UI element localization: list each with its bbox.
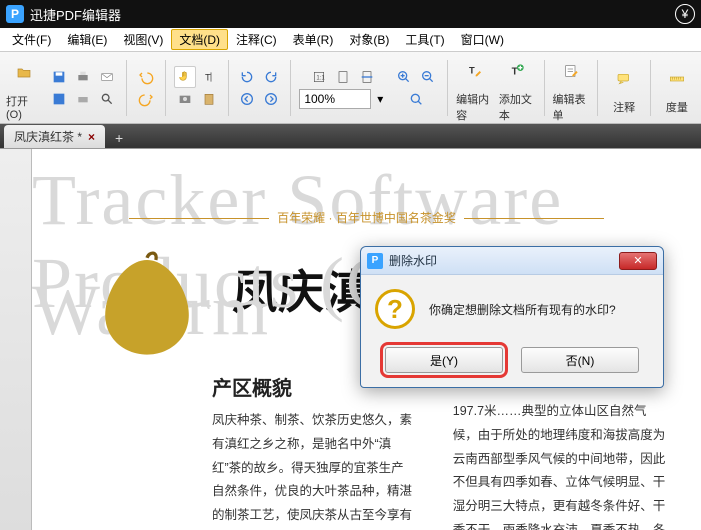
dialog-close-button[interactable]: ✕ [619,252,657,270]
titlebar: P 迅捷PDF编辑器 ¥ [0,0,701,28]
app-title: 迅捷PDF编辑器 [30,5,675,24]
add-text-icon[interactable]: T [499,53,535,89]
add-tab-icon[interactable]: + [109,128,129,148]
toolbar-group-edit-form: 编辑表单 [551,52,592,123]
currency-icon[interactable]: ¥ [675,4,695,24]
toolbar: 打开(O) T [0,52,701,124]
app-logo-icon: P [6,5,24,23]
menu-edit[interactable]: 编辑(E) [59,29,115,50]
svg-text:T: T [205,72,211,82]
redo-icon[interactable] [135,88,157,110]
ruler-icon[interactable] [659,61,695,97]
marquee-zoom-icon[interactable] [405,88,427,110]
no-button[interactable]: 否(N) [521,347,639,373]
open-label: 打开(O) [6,93,42,121]
save-icon[interactable] [48,66,70,88]
add-text-label: 添加文本 [499,91,536,123]
menu-view[interactable]: 视图(V) [115,29,171,50]
dialog-title: 删除水印 [389,252,619,269]
zoom-in-icon[interactable] [393,66,415,88]
print-icon[interactable] [72,66,94,88]
side-panel-strip[interactable] [0,149,32,530]
open-button-icon[interactable] [6,55,42,91]
svg-text:T: T [469,65,475,75]
right-paragraph: 197.7米……典型的立体山区自然气候，由于所处的地理纬度和海拔高度为云南西部型… [453,400,671,530]
scan-icon[interactable] [72,88,94,110]
svg-text:1:1: 1:1 [317,75,326,81]
email-icon[interactable] [96,66,118,88]
toolbar-group-annotate: 注释 [604,52,644,123]
menubar: 文件(F) 编辑(E) 视图(V) 文档(D) 注释(C) 表单(R) 对象(B… [0,28,701,52]
dialog-logo-icon: P [367,253,383,269]
annotate-label: 注释 [613,99,635,115]
zoom-out-icon[interactable] [417,66,439,88]
zoom-input[interactable] [299,89,371,109]
annotate-icon[interactable] [606,61,642,97]
doc-tab-label: 凤庆滇红茶 * [14,128,82,145]
toolbar-group-add-text: T 添加文本 [497,52,538,123]
edit-content-label: 编辑内容 [456,91,493,123]
gold-subtitle: 百年荣耀 · 百年世博中国名茶金奖 [62,209,671,226]
next-view-icon[interactable] [260,88,282,110]
menu-document[interactable]: 文档(D) [171,29,228,50]
edit-form-label: 编辑表单 [553,91,590,123]
menu-object[interactable]: 对象(B) [341,29,397,50]
menu-file[interactable]: 文件(F) [4,29,59,50]
zoom-dropdown-icon[interactable]: ▾ [373,88,387,110]
menu-tools[interactable]: 工具(T) [397,29,452,50]
fit-page-icon[interactable] [332,66,354,88]
doc-tab[interactable]: 凤庆滇红茶 * × [4,125,105,148]
menu-window[interactable]: 窗口(W) [453,29,512,50]
rotate-ccw-icon[interactable] [236,66,258,88]
prev-view-icon[interactable] [236,88,258,110]
question-icon: ? [375,289,415,329]
fit-width-icon[interactable] [356,66,378,88]
edit-form-icon[interactable] [553,53,589,89]
ruler-label: 度量 [666,99,688,115]
menu-forms[interactable]: 表单(R) [285,29,342,50]
dialog-message: 你确定想删除文档所有现有的水印? [429,301,616,318]
toolbar-group-ruler: 度量 [657,52,697,123]
menu-annotation[interactable]: 注释(C) [228,29,285,50]
toolbar-group-edit-content: T 编辑内容 [454,52,495,123]
close-tab-icon[interactable]: × [88,130,95,144]
undo-icon[interactable] [135,66,157,88]
search-icon[interactable] [96,88,118,110]
rotate-cw-icon[interactable] [260,66,282,88]
svg-text:T: T [512,66,518,77]
fruit-illustration-icon [92,249,202,359]
edit-content-icon[interactable]: T [457,53,493,89]
doc-tabs: 凤庆滇红茶 * × + [0,124,701,148]
save-as-icon[interactable] [48,88,70,110]
dialog-titlebar: P 删除水印 ✕ [361,247,663,275]
toolbar-group-open: 打开(O) [4,52,44,123]
yes-button[interactable]: 是(Y) [385,347,503,373]
left-paragraph: 凤庆种茶、制茶、饮茶历史悠久，素有滇红之乡之称，是驰名中外“滇红”茶的故乡。得天… [212,409,413,530]
delete-watermark-dialog: P 删除水印 ✕ ? 你确定想删除文档所有现有的水印? 是(Y) 否(N) [360,246,664,388]
clipboard-icon[interactable] [198,88,220,110]
hand-tool-icon[interactable] [174,66,196,88]
snapshot-icon[interactable] [174,88,196,110]
text-select-icon[interactable]: T [198,66,220,88]
actual-size-icon[interactable]: 1:1 [308,66,330,88]
